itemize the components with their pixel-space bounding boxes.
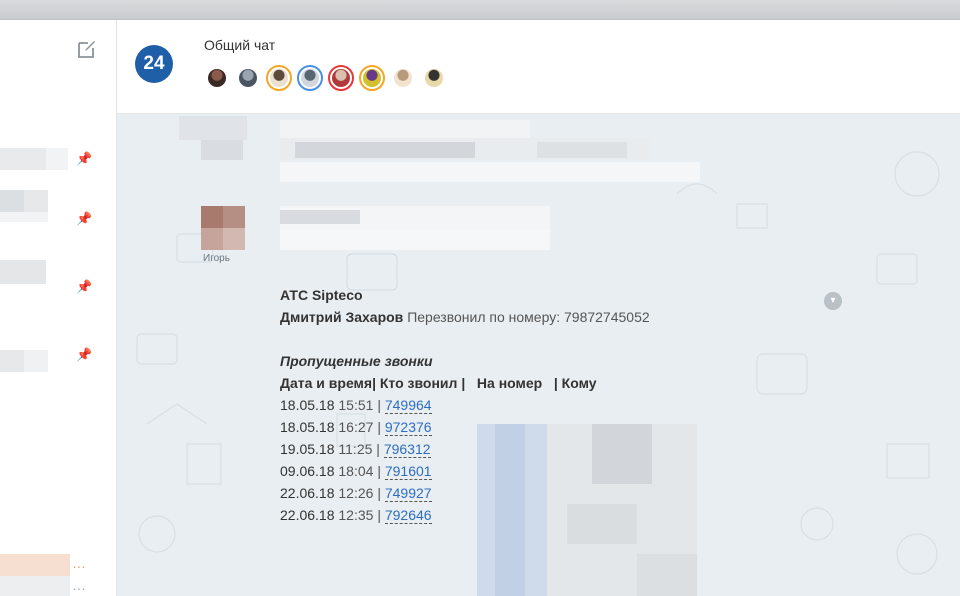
participants-list xyxy=(204,65,447,91)
participant-avatar[interactable] xyxy=(421,65,447,91)
call-row: 18.05.18 15:51 | 749964 xyxy=(280,394,840,416)
chat-list-item[interactable]: 📌 xyxy=(0,144,116,180)
participant-photo xyxy=(363,69,381,87)
caller-number-link[interactable]: 972376 xyxy=(384,419,432,436)
participant-photo xyxy=(301,69,319,87)
call-date: 19.05.18 xyxy=(280,441,335,457)
missed-calls-title: Пропущенные звонки xyxy=(280,353,433,369)
compose-icon[interactable] xyxy=(76,38,98,60)
call-date: 22.06.18 xyxy=(280,485,335,501)
bitrix24-logo: 24 xyxy=(135,45,173,83)
participant-photo xyxy=(239,69,257,87)
chat-list-item[interactable]: 📌 xyxy=(0,348,116,386)
participant-avatar[interactable] xyxy=(235,65,261,91)
chat-list-item[interactable]: … … xyxy=(0,554,116,596)
caller-name: Дмитрий Захаров xyxy=(280,309,404,325)
window-top-bar xyxy=(0,0,960,20)
column-separator: | xyxy=(372,441,384,457)
participant-avatar[interactable] xyxy=(266,65,292,91)
call-date: 22.06.18 xyxy=(280,507,335,523)
call-time: 16:27 xyxy=(338,419,374,435)
call-time: 11:25 xyxy=(338,441,373,457)
call-date: 18.05.18 xyxy=(280,397,335,413)
column-separator: | xyxy=(373,419,385,435)
pin-icon[interactable]: 📌 xyxy=(76,212,92,226)
column-separator: | xyxy=(373,397,385,413)
callback-text: Перезвонил по номеру: 79872745052 xyxy=(407,309,650,325)
caller-number-link[interactable]: 791601 xyxy=(384,463,432,480)
caller-number-link[interactable]: 796312 xyxy=(383,441,431,458)
chat-title[interactable]: Общий чат xyxy=(204,37,275,53)
chat-list-item[interactable]: 📌 xyxy=(0,190,116,226)
author-name[interactable]: Игорь xyxy=(203,253,230,264)
participant-avatar[interactable] xyxy=(390,65,416,91)
participant-avatar[interactable] xyxy=(297,65,323,91)
chat-list-item[interactable]: 📌 xyxy=(0,258,116,294)
call-date: 09.06.18 xyxy=(280,463,335,479)
pin-icon[interactable]: 📌 xyxy=(76,348,92,362)
caller-number-link[interactable]: 749927 xyxy=(384,485,432,502)
message-menu-chevron-icon[interactable]: ▾ xyxy=(824,292,842,310)
call-time: 15:51 xyxy=(338,397,374,413)
participant-avatar[interactable] xyxy=(204,65,230,91)
table-header: Дата и время| Кто звонил | На номер | Ко… xyxy=(280,375,597,391)
column-separator: | xyxy=(373,485,385,501)
participant-avatar[interactable] xyxy=(359,65,385,91)
pin-icon[interactable]: 📌 xyxy=(76,152,92,166)
column-separator: | xyxy=(373,463,385,479)
participant-photo xyxy=(394,69,412,87)
author-avatar[interactable] xyxy=(201,206,245,250)
caller-number-link[interactable]: 749964 xyxy=(384,397,432,414)
participant-avatar[interactable] xyxy=(328,65,354,91)
pin-icon[interactable]: 📌 xyxy=(76,280,92,294)
chat-list-sidebar: 📌 📌 📌 📌 … … xyxy=(0,20,117,596)
caller-number-link[interactable]: 792646 xyxy=(384,507,432,524)
call-date: 18.05.18 xyxy=(280,419,335,435)
participant-photo xyxy=(208,69,226,87)
participant-photo xyxy=(425,69,443,87)
bot-name[interactable]: АТС Sipteco xyxy=(280,287,363,303)
chat-header: 24 Общий чат xyxy=(117,20,960,114)
column-separator: | xyxy=(373,507,385,523)
call-time: 12:26 xyxy=(338,485,374,501)
participant-photo xyxy=(332,69,350,87)
call-time: 12:35 xyxy=(338,507,374,523)
participant-photo xyxy=(270,69,288,87)
call-time: 18:04 xyxy=(338,463,374,479)
chat-messages-area: Игорь АТС Sipteco Дмитрий Захаров Перезв… xyxy=(117,114,960,596)
